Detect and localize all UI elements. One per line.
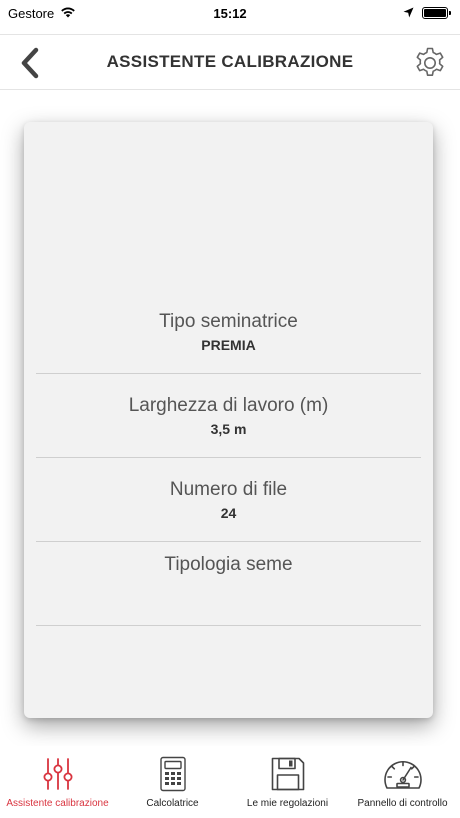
calculator-icon xyxy=(152,754,194,794)
field-larghezza-lavoro[interactable]: Larghezza di lavoro (m) 3,5 m xyxy=(36,374,421,458)
field-tipo-seminatrice[interactable]: Tipo seminatrice PREMIA xyxy=(36,290,421,374)
calibration-card: Tipo seminatrice PREMIA Larghezza di lav… xyxy=(24,122,433,718)
field-value: 24 xyxy=(220,504,237,521)
sliders-icon xyxy=(37,754,79,794)
field-label: Larghezza di lavoro (m) xyxy=(128,394,329,416)
field-tipologia-seme[interactable]: Tipologia seme xyxy=(36,542,421,626)
wifi-icon xyxy=(60,6,76,21)
status-left: Gestore xyxy=(8,6,76,21)
tab-label: Calcolatrice xyxy=(146,798,199,809)
tab-label: Pannello di controllo xyxy=(357,798,448,809)
back-button[interactable] xyxy=(12,41,48,85)
tab-le-mie-regolazioni[interactable]: Le mie regolazioni xyxy=(230,746,345,818)
status-bar: Gestore 15:12 xyxy=(0,0,460,26)
gear-icon xyxy=(416,47,444,76)
field-label: Numero di file xyxy=(169,478,288,500)
tab-pannello-di-controllo[interactable]: Pannello di controllo xyxy=(345,746,460,818)
battery-icon xyxy=(422,7,451,19)
field-label: Tipologia seme xyxy=(164,554,293,575)
tab-assistente-calibrazione[interactable]: Assistente calibrazione xyxy=(0,746,115,818)
tab-calcolatrice[interactable]: Calcolatrice xyxy=(115,746,230,818)
carrier-name: Gestore xyxy=(8,5,55,21)
chevron-left-icon xyxy=(21,47,39,79)
location-arrow-icon xyxy=(403,6,414,21)
status-right xyxy=(403,6,451,21)
field-label: Tipo seminatrice xyxy=(159,310,298,332)
tab-label: Assistente calibrazione xyxy=(6,798,109,809)
tab-label: Le mie regolazioni xyxy=(246,798,329,809)
field-numero-file[interactable]: Numero di file 24 xyxy=(36,458,421,542)
tab-bar: Assistente calibrazione Calcolatrice Le … xyxy=(0,746,460,818)
page-title: ASSISTENTE CALIBRAZIONE xyxy=(106,52,354,71)
navigation-header: ASSISTENTE CALIBRAZIONE xyxy=(0,34,460,90)
speedometer-icon xyxy=(382,754,424,794)
field-value: 3,5 m xyxy=(210,420,247,437)
field-value: PREMIA xyxy=(201,336,256,353)
settings-button[interactable] xyxy=(410,43,450,83)
floppy-disk-icon xyxy=(267,754,309,794)
